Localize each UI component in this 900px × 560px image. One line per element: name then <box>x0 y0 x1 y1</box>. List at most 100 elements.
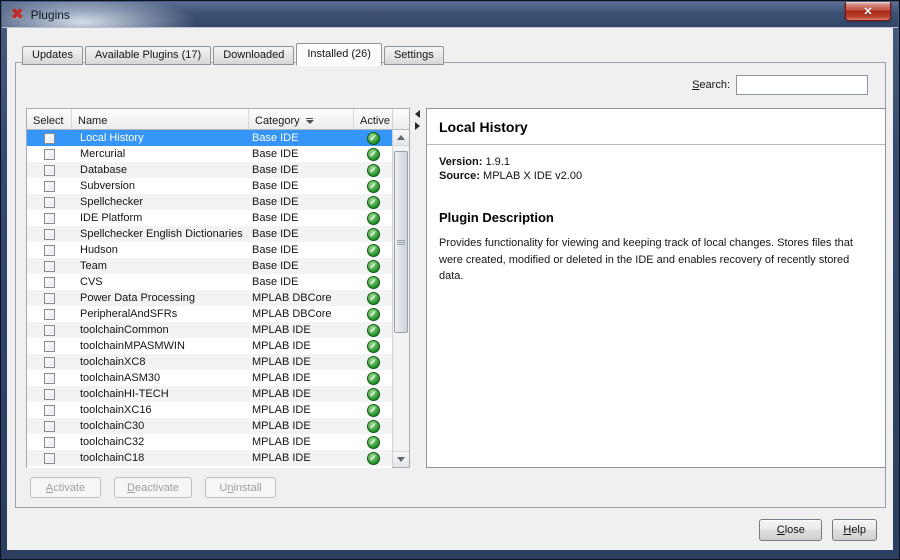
select-cell <box>27 260 72 272</box>
table-row[interactable]: toolchainASM30 MPLAB IDE ✓ <box>27 370 392 386</box>
collapse-left-icon[interactable] <box>415 110 420 118</box>
close-button[interactable]: Close <box>759 519 823 541</box>
table-row[interactable]: Subversion Base IDE ✓ <box>27 178 392 194</box>
help-button[interactable]: Help <box>832 519 877 541</box>
plugin-category: MPLAB IDE <box>252 436 311 448</box>
scrollbar-up-button[interactable] <box>393 130 409 146</box>
tab-settings[interactable]: Settings <box>383 46 444 65</box>
table-row[interactable]: Mercurial Base IDE ✓ <box>27 146 392 162</box>
table-row[interactable]: Database Base IDE ✓ <box>27 162 392 178</box>
table-main: Select Name Category Active Local Histor… <box>27 109 392 468</box>
table-row[interactable]: PeripheralAndSFRs MPLAB DBCore ✓ <box>27 306 392 322</box>
plugin-category: Base IDE <box>252 260 299 272</box>
uninstall-button[interactable]: Uninstall <box>204 477 276 498</box>
row-checkbox[interactable] <box>44 244 55 256</box>
tab-updates[interactable]: Updates <box>22 46 83 65</box>
collapse-right-icon[interactable] <box>415 122 420 130</box>
row-checkbox[interactable] <box>44 148 55 160</box>
plugin-category: MPLAB IDE <box>252 372 311 384</box>
row-checkbox[interactable] <box>44 276 55 288</box>
select-cell <box>27 164 72 176</box>
row-checkbox[interactable] <box>44 388 55 400</box>
active-check-icon: ✓ <box>366 403 380 417</box>
row-checkbox[interactable] <box>44 340 55 352</box>
active-cell: ✓ <box>354 451 392 465</box>
table-row[interactable]: IDE Platform Base IDE ✓ <box>27 210 392 226</box>
select-cell <box>27 212 72 224</box>
table-row[interactable]: Local History Base IDE ✓ <box>27 130 392 146</box>
plugin-name: Spellchecker English Dictionaries <box>80 228 243 240</box>
scrollbar-thumb[interactable] <box>394 151 408 333</box>
row-checkbox[interactable] <box>44 164 55 176</box>
plugin-name: toolchainCommon <box>80 324 169 336</box>
tab-installed[interactable]: Installed (26) <box>296 43 382 66</box>
table-row[interactable]: Team Base IDE ✓ <box>27 258 392 274</box>
plugin-category: MPLAB DBCore <box>252 292 332 304</box>
table-row[interactable]: toolchainC18 MPLAB IDE ✓ <box>27 450 392 466</box>
row-checkbox[interactable] <box>44 228 55 240</box>
table-row[interactable]: toolchainXC8 MPLAB IDE ✓ <box>27 354 392 370</box>
plugin-details-title: Local History <box>439 119 528 135</box>
active-check-icon: ✓ <box>366 307 380 321</box>
select-cell <box>27 308 72 320</box>
plugin-name: PeripheralAndSFRs <box>80 308 178 320</box>
plugin-name: toolchainHI-TECH <box>80 388 169 400</box>
plugin-name: toolchainXC8 <box>80 356 146 368</box>
table-row[interactable]: toolchainC30 MPLAB IDE ✓ <box>27 418 392 434</box>
select-cell <box>27 292 72 304</box>
row-checkbox[interactable] <box>44 436 55 448</box>
table-row[interactable]: toolchainXC16 MPLAB IDE ✓ <box>27 402 392 418</box>
dialog-content: Updates Available Plugins (17) Downloade… <box>7 28 893 550</box>
plugin-category: MPLAB IDE <box>252 356 311 368</box>
row-checkbox[interactable] <box>44 356 55 368</box>
table-row[interactable]: toolchainMPASMWIN MPLAB IDE ✓ <box>27 338 392 354</box>
plugin-category: MPLAB IDE <box>252 340 311 352</box>
tab-available-plugins[interactable]: Available Plugins (17) <box>84 46 212 65</box>
column-header-category[interactable]: Category <box>249 109 354 130</box>
deactivate-button[interactable]: Deactivate <box>114 477 192 498</box>
table-row[interactable]: toolchainCommon MPLAB IDE ✓ <box>27 322 392 338</box>
row-checkbox[interactable] <box>44 260 55 272</box>
active-cell: ✓ <box>354 131 392 145</box>
row-checkbox[interactable] <box>44 132 55 144</box>
table-row[interactable]: Hudson Base IDE ✓ <box>27 242 392 258</box>
column-header-name[interactable]: Name <box>72 109 249 130</box>
column-header-select[interactable]: Select <box>27 109 72 130</box>
table-vertical-scrollbar[interactable] <box>392 109 409 467</box>
table-row[interactable]: toolchainHI-TECH MPLAB IDE ✓ <box>27 386 392 402</box>
table-row[interactable]: ✓ <box>27 466 392 468</box>
row-checkbox[interactable] <box>44 292 55 304</box>
plugin-category: MPLAB IDE <box>252 404 311 416</box>
plugin-category: Base IDE <box>252 132 299 144</box>
table-row[interactable]: Spellchecker English Dictionaries Base I… <box>27 226 392 242</box>
row-checkbox[interactable] <box>44 212 55 224</box>
active-check-icon: ✓ <box>366 323 380 337</box>
row-checkbox[interactable] <box>44 308 55 320</box>
row-checkbox[interactable] <box>44 420 55 432</box>
search-input[interactable] <box>736 75 868 95</box>
activate-button[interactable]: Activate <box>30 477 101 498</box>
active-check-icon: ✓ <box>366 275 380 289</box>
row-checkbox[interactable] <box>44 180 55 192</box>
row-checkbox[interactable] <box>44 372 55 384</box>
table-row[interactable]: CVS Base IDE ✓ <box>27 274 392 290</box>
row-checkbox[interactable] <box>44 452 55 464</box>
active-check-icon: ✓ <box>366 211 380 225</box>
row-checkbox[interactable] <box>44 196 55 208</box>
table-row[interactable]: Power Data Processing MPLAB DBCore ✓ <box>27 290 392 306</box>
version-line: Version: 1.9.1 <box>439 156 510 168</box>
scrollbar-down-button[interactable] <box>393 451 409 467</box>
arrow-up-icon <box>397 135 405 140</box>
table-row[interactable]: Spellchecker Base IDE ✓ <box>27 194 392 210</box>
table-row[interactable]: toolchainC32 MPLAB IDE ✓ <box>27 434 392 450</box>
plugin-name: Mercurial <box>80 148 126 160</box>
row-checkbox[interactable] <box>44 324 55 336</box>
column-header-active[interactable]: Active <box>354 109 392 130</box>
row-checkbox[interactable] <box>44 404 55 416</box>
active-check-icon: ✓ <box>366 243 380 257</box>
window-close-button[interactable]: ✕ <box>845 2 891 21</box>
tab-downloaded[interactable]: Downloaded <box>213 46 295 65</box>
plugin-name: Subversion <box>80 180 136 192</box>
titlebar: ✖ Plugins ✕ <box>2 2 898 28</box>
scrollbar-grip-icon <box>397 239 405 245</box>
